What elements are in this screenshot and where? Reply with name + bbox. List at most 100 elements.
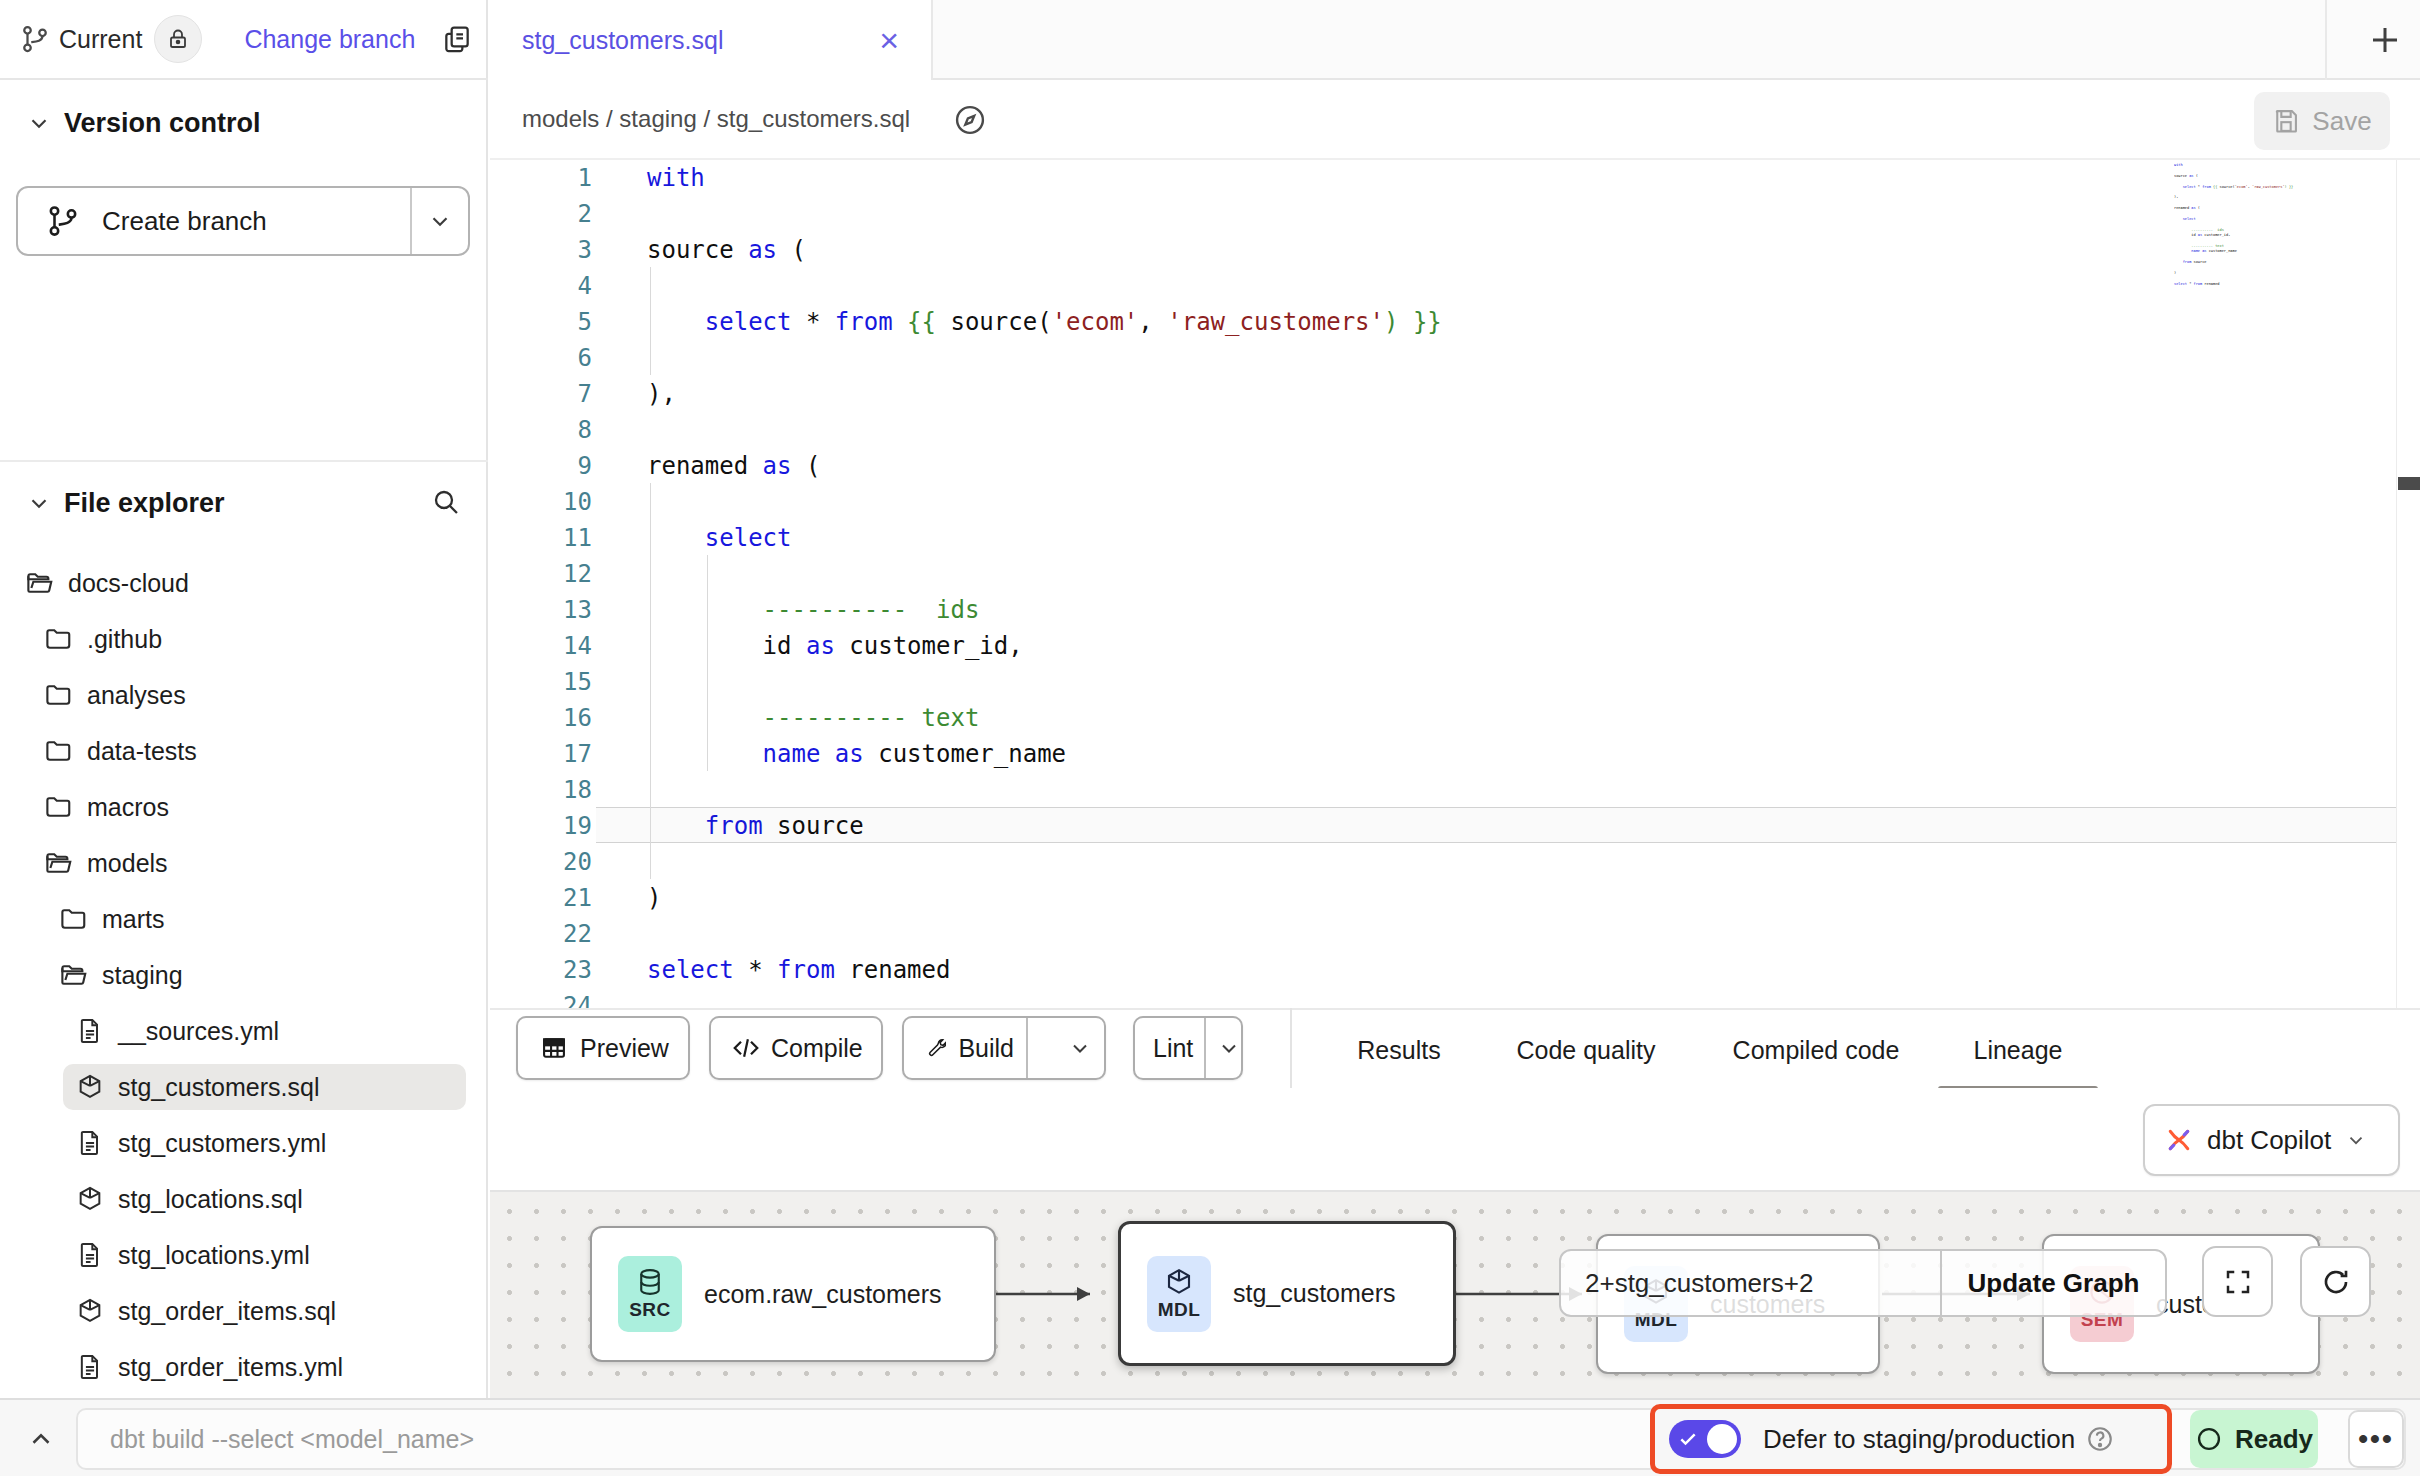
file-tree-item-stg-order-items-yml[interactable]: stg_order_items.yml [0, 1339, 486, 1395]
update-graph-button[interactable]: Update Graph [1940, 1249, 2167, 1317]
chevron-down-icon [2345, 1129, 2367, 1151]
minimap[interactable]: 1with23source as (45 select * from {{ so… [2174, 162, 2304, 302]
close-icon[interactable]: × [879, 23, 899, 57]
new-tab-button[interactable] [2350, 0, 2420, 80]
lock-icon [166, 27, 190, 51]
tabbar-divider [2325, 0, 2327, 80]
code-editor[interactable]: 1with23source as (45 select * from {{ so… [490, 160, 2420, 1008]
file-tree-item-analyses[interactable]: analyses [0, 667, 486, 723]
code-line-23: 23select * from renamed [490, 952, 2420, 988]
branch-header: Current Change branch [0, 0, 488, 80]
defer-label: Defer to staging/production [1763, 1424, 2075, 1455]
file-tree-item-stg-locations-yml[interactable]: stg_locations.yml [0, 1227, 486, 1283]
file-tree-item-macros[interactable]: macros [0, 779, 486, 835]
preview-label: Preview [580, 1034, 669, 1063]
dbt-cloud-ide: Current Change branch Version control Cr… [0, 0, 2420, 1476]
code-line-13: 13 ---------- ids [490, 592, 2420, 628]
folder-icon [43, 792, 73, 822]
defer-toggle[interactable] [1669, 1420, 1741, 1458]
folder-icon [58, 904, 88, 934]
file-name: data-tests [87, 737, 197, 766]
file-tree-item-stg-order-items-sql[interactable]: stg_order_items.sql [0, 1283, 486, 1339]
lineage-canvas[interactable]: SRC ecom.raw_customers MDL stg_customers… [490, 1190, 2420, 1398]
folder-open-icon [43, 848, 73, 878]
tab-title: stg_customers.sql [522, 26, 723, 55]
file-tree-item--github[interactable]: .github [0, 611, 486, 667]
fullscreen-button[interactable] [2202, 1246, 2273, 1317]
command-placeholder: dbt build --select <model_name> [110, 1425, 474, 1454]
file-tree: docs-cloud.githubanalyses data-tests macro… [0, 555, 486, 1395]
tab-results[interactable]: Results [1357, 1010, 1440, 1090]
lint-button[interactable]: Lint [1133, 1016, 1243, 1080]
code-line-16: 16 ---------- text [490, 700, 2420, 736]
tab-compiled-code[interactable]: Compiled code [1733, 1010, 1900, 1090]
code-line-12: 12 [490, 556, 2420, 592]
sidebar: Current Change branch Version control Cr… [0, 0, 488, 1398]
file-icon [76, 1017, 104, 1045]
more-options-button[interactable]: ••• [2348, 1410, 2404, 1468]
dbt-copilot-button[interactable]: dbt Copilot [2143, 1104, 2400, 1176]
file-tree-item-docs-cloud[interactable]: docs-cloud [0, 555, 486, 611]
file-tree-item-models[interactable]: models [0, 835, 486, 891]
create-branch-dropdown[interactable] [412, 188, 468, 254]
breadcrumb-row: models / staging / stg_customers.sql Sav… [490, 80, 2420, 160]
code-line-3: 3source as ( [490, 232, 2420, 268]
model-icon [76, 1185, 104, 1213]
dbt-copilot-icon [2163, 1124, 2195, 1156]
file-tree-item-stg-customers-yml[interactable]: stg_customers.yml [0, 1115, 486, 1171]
code-line-15: 15 [490, 664, 2420, 700]
file-explorer-title: File explorer [64, 488, 225, 519]
file-tree-item-data-tests[interactable]: data-tests [0, 723, 486, 779]
code-line-17: 17 name as customer_name [490, 736, 2420, 772]
file-tree-item-stg-locations-sql[interactable]: stg_locations.sql [0, 1171, 486, 1227]
file-tree-item--sources-yml[interactable]: __sources.yml [0, 1003, 486, 1059]
save-button[interactable]: Save [2254, 92, 2390, 150]
preview-button[interactable]: Preview [516, 1016, 690, 1080]
folder-icon [43, 680, 73, 710]
scrollbar-thumb[interactable] [2398, 477, 2420, 490]
search-icon[interactable] [430, 486, 462, 518]
refresh-button[interactable] [2300, 1246, 2371, 1317]
lineage-selector-input[interactable]: 2+stg_customers+2 [1559, 1249, 1942, 1317]
indent-guide [650, 267, 651, 375]
chevron-down-icon [26, 490, 52, 516]
code-line-20: 20 [490, 844, 2420, 880]
copy-icon[interactable] [441, 23, 473, 55]
indent-guide [707, 555, 708, 771]
create-branch-button[interactable]: Create branch [16, 186, 470, 256]
file-explorer-section[interactable]: File explorer [0, 480, 488, 526]
lineage-node-stg-customers[interactable]: MDL stg_customers [1118, 1221, 1456, 1366]
lint-dropdown[interactable] [1217, 1036, 1241, 1060]
code-line-18: 18 [490, 772, 2420, 808]
build-button[interactable]: Build [902, 1016, 1106, 1080]
current-branch-label: Current [59, 25, 142, 54]
editor-right-divider [2396, 160, 2397, 1008]
wrench-icon [926, 1034, 946, 1062]
main-pane: stg_customers.sql × models / staging / s… [490, 0, 2420, 1398]
build-dropdown[interactable] [1046, 1036, 1104, 1060]
lineage-node-source[interactable]: SRC ecom.raw_customers [590, 1226, 996, 1362]
file-tree-item-marts[interactable]: marts [0, 891, 486, 947]
node-label: ecom.raw_customers [704, 1280, 942, 1309]
help-icon[interactable] [2085, 1424, 2115, 1454]
file-name: __sources.yml [118, 1017, 279, 1046]
tab-stg-customers[interactable]: stg_customers.sql × [490, 0, 933, 80]
file-icon [76, 1241, 104, 1269]
model-icon [76, 1073, 104, 1101]
compile-button[interactable]: Compile [709, 1016, 883, 1080]
ready-label: Ready [2235, 1424, 2313, 1455]
status-bar: dbt build --select <model_name> Defer to… [0, 1398, 2420, 1476]
explore-icon[interactable] [952, 102, 988, 138]
chevron-down-icon [26, 110, 52, 136]
tab-lineage[interactable]: Lineage [1974, 1010, 2063, 1090]
file-tree-item-staging[interactable]: staging [0, 947, 486, 1003]
database-icon [635, 1267, 665, 1297]
file-tree-item-stg-customers-sql[interactable]: stg_customers.sql [0, 1059, 486, 1115]
file-icon [76, 1129, 104, 1157]
tab-code-quality[interactable]: Code quality [1517, 1010, 1656, 1090]
code-icon [731, 1033, 761, 1063]
change-branch-link[interactable]: Change branch [244, 25, 415, 54]
file-name: staging [102, 961, 183, 990]
chevron-up-icon[interactable] [26, 1424, 56, 1454]
version-control-section[interactable]: Version control [0, 100, 488, 146]
